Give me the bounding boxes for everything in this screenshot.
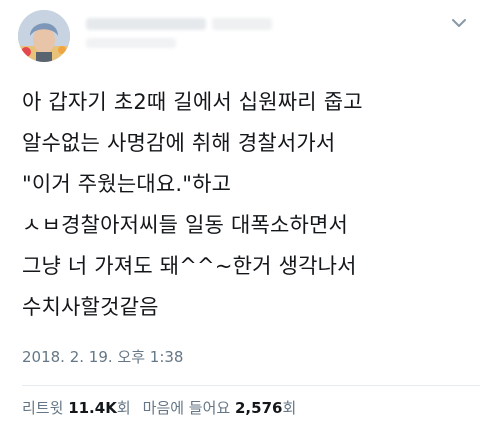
handle-redacted [86,38,176,48]
retweet-unit: 회 [116,399,131,417]
retweet-count: 11.4K [68,399,117,417]
tweet-line: 그냥 너 가져도 돼^^~한거 생각나서 [22,254,357,278]
tweet-line: ㅅㅂ경찰아저씨들 일동 대폭소하면서 [22,213,349,237]
tweet-line: 아 갑자기 초2때 길에서 십원짜리 줍고 [22,90,363,114]
like-count: 2,576 [235,399,283,417]
tweet-line: 수치사할것같음 [22,295,159,319]
tweet-line: "이거 주웠는대요."하고 [22,172,232,196]
display-name-redacted [86,18,206,30]
like-stat[interactable]: 마음에 들어요 2,576회 [143,399,297,417]
retweet-label: 리트윗 [22,399,64,417]
display-name-redacted-extra [212,18,272,30]
retweet-stat[interactable]: 리트윗 11.4K회 [22,399,131,417]
tweet-stats: 리트윗 11.4K회 마음에 들어요 2,576회 [22,397,296,418]
avatar[interactable] [18,10,70,62]
tweet-timestamp[interactable]: 2018. 2. 19. 오후 1:38 [22,346,183,367]
avatar-image [18,10,70,62]
divider [22,385,480,386]
like-label: 마음에 들어요 [142,399,231,417]
user-meta-redacted [86,16,386,56]
chevron-down-icon[interactable] [450,14,468,32]
like-unit: 회 [282,399,297,417]
tweet-header [18,10,468,62]
tweet-text: 아 갑자기 초2때 길에서 십원짜리 줍고 알수없는 사명감에 취해 경찰서가서… [22,82,472,328]
tweet-line: 알수없는 사명감에 취해 경찰서가서 [22,131,336,155]
